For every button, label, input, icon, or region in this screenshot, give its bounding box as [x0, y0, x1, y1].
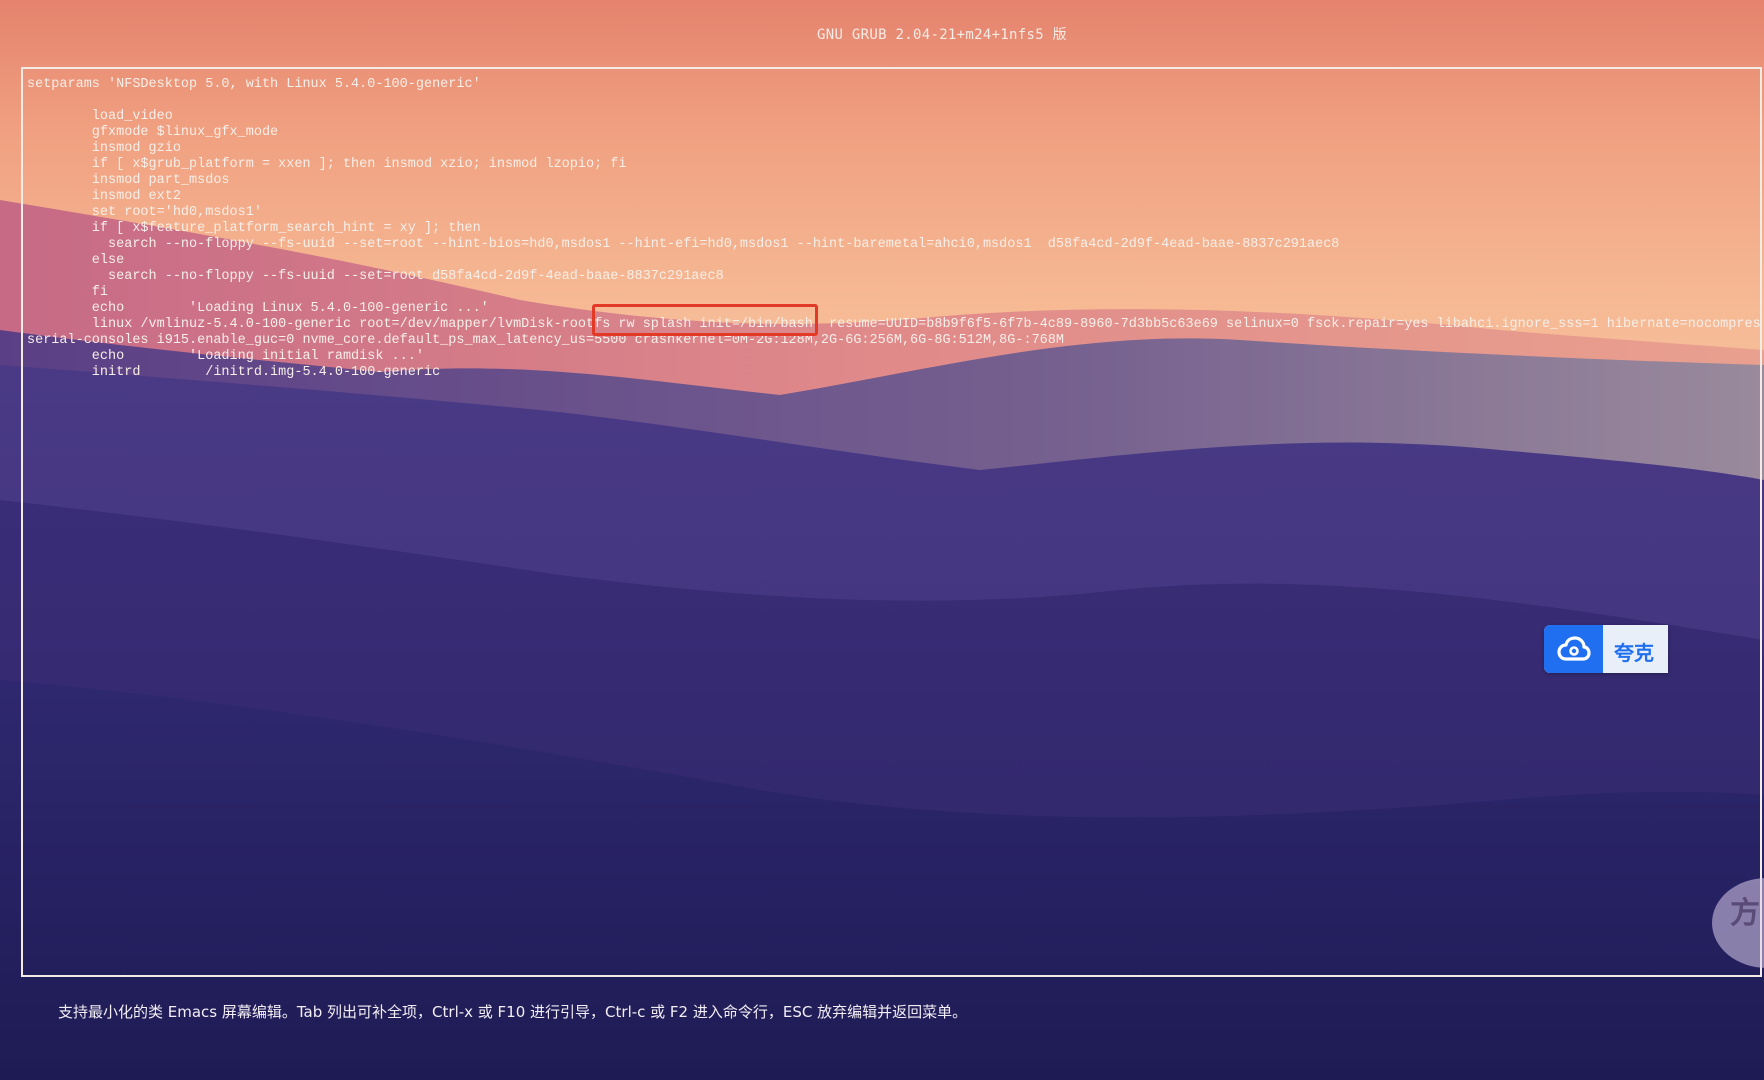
code-line: initrd /initrd.img-5.4.0-100-generic — [27, 365, 441, 380]
code-line: fi — [27, 285, 109, 300]
code-line: echo 'Loading Linux 5.4.0-100-generic ..… — [27, 301, 489, 316]
code-line: insmod ext2 — [27, 189, 181, 204]
code-line: insmod part_msdos — [27, 173, 230, 188]
highlight-box-init-bash — [592, 304, 818, 336]
boot-entry-editor[interactable]: setparams 'NFSDesktop 5.0, with Linux 5.… — [21, 67, 1762, 977]
grub-version-title: GNU GRUB 2.04-21+m24+1nfs5 版 — [817, 27, 1067, 43]
code-line: setparams 'NFSDesktop 5.0, with Linux 5.… — [27, 77, 481, 92]
editor-help-text: 支持最小化的类 Emacs 屏幕编辑。Tab 列出可补全项，Ctrl-x 或 F… — [58, 1003, 968, 1021]
code-line: if [ x$grub_platform = xxen ]; then insm… — [27, 157, 627, 172]
code-line-linux-kernel: linux /vmlinuz-5.4.0-100-generic root=/d… — [27, 317, 1762, 332]
code-line: load_video — [27, 109, 173, 124]
code-line: insmod gzio — [27, 141, 181, 156]
code-line-linux-kernel-continued: serial-consoles i915.enable_guc=0 nvme_c… — [27, 333, 1064, 348]
code-line: search --no-floppy --fs-uuid --set=root … — [27, 269, 724, 284]
code-line: if [ x$feature_platform_search_hint = xy… — [27, 221, 481, 236]
boot-script-text[interactable]: setparams 'NFSDesktop 5.0, with Linux 5.… — [27, 77, 1762, 381]
code-line: echo 'Loading initial ramdisk ...' — [27, 349, 424, 364]
code-line: search --no-floppy --fs-uuid --set=root … — [27, 237, 1340, 252]
quark-widget[interactable]: 夸克 — [1544, 625, 1668, 673]
code-line: gfxmode $linux_gfx_mode — [27, 125, 279, 140]
cloud-icon — [1544, 625, 1603, 673]
code-line: set root='hd0,msdos1' — [27, 205, 262, 220]
code-line: else — [27, 253, 125, 268]
quark-label: 夸克 — [1614, 641, 1654, 665]
grub-header: GNU GRUB 2.04-21+m24+1nfs5 版 — [0, 24, 1764, 44]
